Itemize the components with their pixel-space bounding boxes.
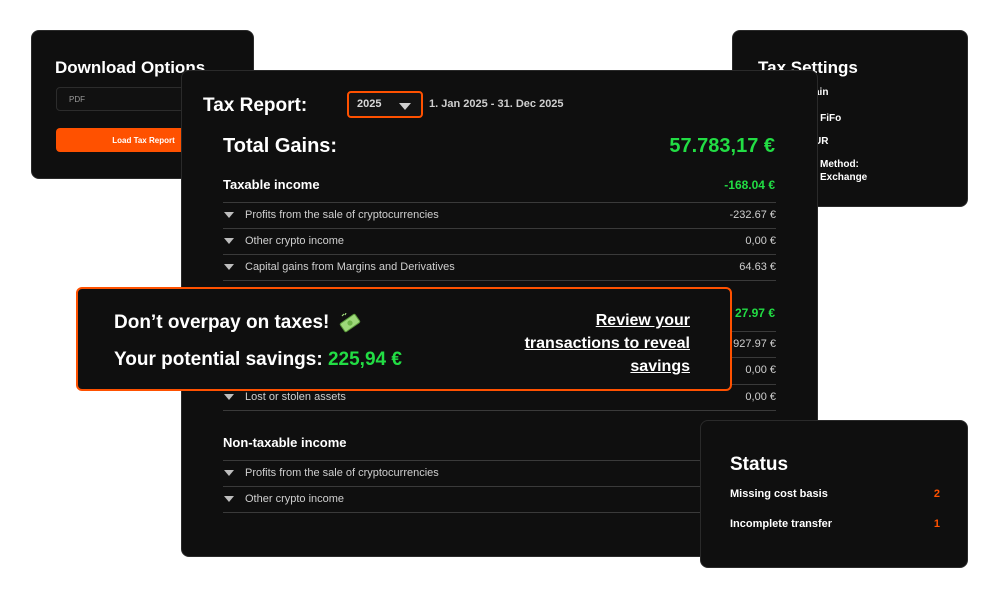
list-item[interactable]: Other crypto income 0,00 €: [223, 228, 776, 254]
row-value: 0,00 €: [745, 391, 776, 403]
banner-headline-text: Don’t overpay on taxes!: [114, 312, 330, 333]
row-label: Capital gains from Margins and Derivativ…: [245, 261, 455, 273]
total-gains-label: Total Gains:: [223, 135, 338, 157]
status-card: Status Missing cost basis 2 Incomplete t…: [700, 420, 968, 568]
expand-icon: [224, 394, 234, 400]
settings-line-method: : FiFo: [814, 113, 842, 124]
taxable-income-label: Taxable income: [223, 177, 320, 192]
date-range: 1. Jan 2025 - 31. Dec 2025: [429, 98, 564, 110]
status-item-missing-cost-basis[interactable]: Missing cost basis 2: [730, 488, 940, 500]
row-value: 64.63 €: [739, 261, 776, 273]
expand-icon: [224, 264, 234, 270]
expand-icon: [224, 496, 234, 502]
total-gains-value: 57.783,17 €: [669, 135, 775, 157]
divider: [223, 512, 776, 513]
settings-line-calc-method: Method:: [820, 159, 859, 170]
expand-icon: [224, 212, 234, 218]
list-item[interactable]: Profits from the sale of cryptocurrencie…: [223, 202, 776, 228]
list-item[interactable]: Profits from the sale of cryptocurrencie…: [223, 460, 776, 486]
expand-icon: [224, 470, 234, 476]
section-value: 27.97 €: [734, 306, 775, 320]
row-value: 0,00 €: [745, 235, 776, 247]
taxable-income-value: -168.04 €: [724, 178, 775, 192]
non-taxable-income-label: Non-taxable income: [223, 435, 347, 450]
status-item-label: Missing cost basis: [730, 488, 828, 500]
status-title: Status: [730, 454, 789, 475]
review-transactions-link[interactable]: Review your transactions to reveal savin…: [510, 309, 690, 378]
status-item-incomplete-transfer[interactable]: Incomplete transfer 1: [730, 518, 940, 530]
list-item[interactable]: Other crypto income: [223, 486, 776, 512]
banner-headline: Don’t overpay on taxes!: [114, 312, 361, 334]
status-item-count: 2: [933, 488, 940, 500]
row-label: Profits from the sale of cryptocurrencie…: [245, 467, 439, 479]
row-label: Other crypto income: [245, 235, 345, 247]
money-icon: [339, 312, 360, 333]
list-item[interactable]: Capital gains from Margins and Derivativ…: [223, 254, 776, 280]
row-value: 927.97 €: [733, 338, 776, 350]
status-item-label: Incomplete transfer: [730, 518, 833, 530]
year-value: 2025: [357, 98, 382, 110]
row-label: Lost or stolen assets: [245, 391, 346, 403]
row-label: Other crypto income: [245, 493, 345, 505]
settings-line-exchange: Exchange: [820, 172, 868, 183]
potential-savings: Your potential savings: 225,94 €: [114, 349, 402, 371]
row-value: -232.67 €: [729, 209, 776, 221]
divider: [223, 280, 776, 281]
tax-report-title: Tax Report:: [203, 95, 308, 116]
expand-icon: [224, 238, 234, 244]
savings-banner: Don’t overpay on taxes! Your potential s…: [76, 287, 732, 391]
savings-value: 225,94 €: [327, 349, 402, 370]
chevron-down-icon: [399, 103, 411, 110]
status-item-count: 1: [933, 518, 940, 530]
divider: [223, 410, 776, 411]
savings-label: Your potential savings:: [114, 349, 323, 370]
row-label: Profits from the sale of cryptocurrencie…: [245, 209, 439, 221]
year-select[interactable]: 2025: [347, 91, 423, 118]
row-value: 0,00 €: [745, 364, 776, 376]
